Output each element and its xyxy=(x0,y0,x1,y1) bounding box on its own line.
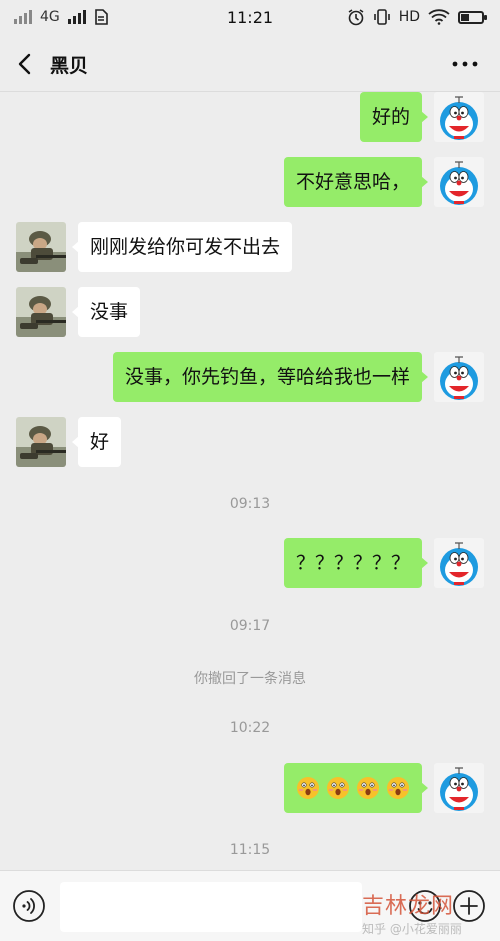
watermark-credit: 知乎 @小花爱丽丽 xyxy=(362,922,462,936)
alarm-icon xyxy=(348,9,364,26)
face-icon xyxy=(387,777,409,799)
contact-avatar[interactable] xyxy=(16,287,66,337)
recall-notice: 你撤回了一条消息 xyxy=(194,671,306,687)
timestamp: 09:13 xyxy=(229,496,271,512)
timestamp: 09:17 xyxy=(229,618,271,634)
plus-icon[interactable] xyxy=(452,889,486,923)
contact-avatar[interactable] xyxy=(16,417,66,467)
chat-header: 黑贝 xyxy=(0,36,500,92)
self-avatar[interactable] xyxy=(434,352,484,402)
message-input[interactable] xyxy=(60,882,362,932)
watermark-logo: 吉林龙网 xyxy=(362,894,455,919)
chat-title: 黑贝 xyxy=(50,55,89,77)
message-bubble[interactable]: 没事 xyxy=(71,287,141,337)
status-right: HD xyxy=(347,8,487,26)
timestamp: 10:22 xyxy=(229,720,271,736)
face-icon xyxy=(357,777,379,799)
hd-label: HD xyxy=(398,9,420,25)
self-avatar[interactable] xyxy=(434,538,484,588)
emoji-group xyxy=(296,763,410,813)
face-icon xyxy=(327,777,349,799)
emoji-bubble[interactable] xyxy=(284,763,428,813)
back-arrow-icon[interactable] xyxy=(12,50,40,78)
timestamp: 11:15 xyxy=(229,842,271,858)
self-avatar[interactable] xyxy=(434,763,484,813)
wifi-icon xyxy=(428,9,450,25)
voice-icon[interactable] xyxy=(12,889,46,923)
message-bubble[interactable]: 没事，你先钓鱼，等哈给我也一样 xyxy=(112,352,429,402)
more-options-icon[interactable] xyxy=(450,50,480,78)
message-bubble[interactable]: 好 xyxy=(71,417,122,467)
status-bar: 4G 11:21 HD xyxy=(0,0,500,36)
contact-avatar[interactable] xyxy=(16,222,66,272)
face-icon xyxy=(297,777,319,799)
battery-icon xyxy=(458,10,487,24)
message-bubble[interactable]: 不好意思哈， xyxy=(283,157,429,207)
message-bubble[interactable]: ？？？？？？ xyxy=(283,538,429,588)
self-avatar[interactable] xyxy=(434,92,484,142)
message-bubble[interactable]: 刚刚发给你可发不出去 xyxy=(71,222,293,272)
message-bubble[interactable]: 好的 xyxy=(359,92,429,142)
self-avatar[interactable] xyxy=(434,157,484,207)
vibrate-icon xyxy=(373,9,390,25)
